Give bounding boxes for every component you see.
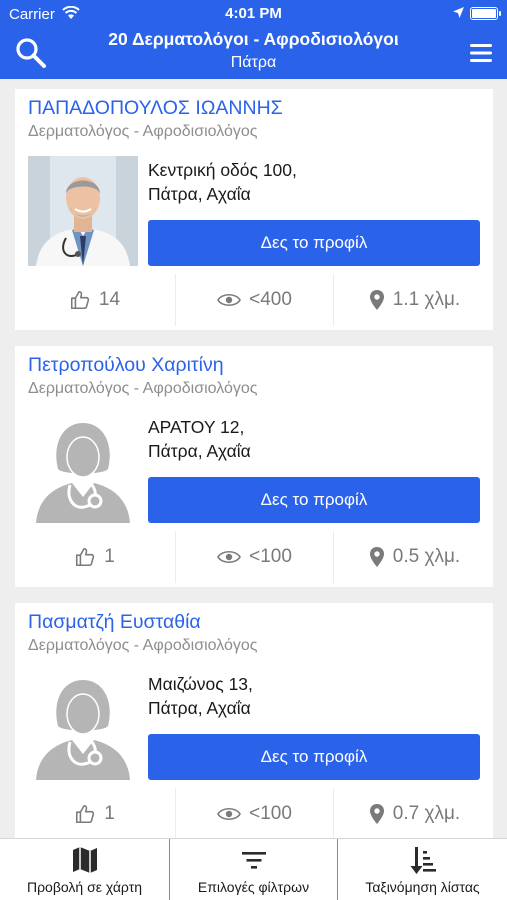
doctor-name[interactable]: Πετροπούλου Χαριτίνη — [28, 354, 224, 377]
view-profile-button[interactable]: Δες το προφίλ — [148, 477, 480, 523]
female-doctor-placeholder-icon — [28, 670, 138, 780]
menu-button[interactable] — [466, 38, 496, 68]
doctor-stats: 14 <400 1.1 χλμ. — [15, 274, 493, 326]
female-doctor-placeholder-icon — [28, 413, 138, 523]
likes-stat[interactable]: 1 — [15, 788, 174, 840]
filter-icon — [241, 852, 266, 869]
likes-count: 1 — [104, 803, 115, 824]
view-profile-button[interactable]: Δες το προφίλ — [148, 734, 480, 780]
app-header: Carrier 4:01 PM 20 Δερματολόγοι - Αφροδι… — [0, 0, 507, 79]
doctor-card[interactable]: Πασματζή Ευσταθία Δερματολόγος - Αφροδισ… — [15, 603, 493, 840]
doctor-photo — [28, 156, 138, 266]
address-line-2: Πάτρα, Αχαΐα — [148, 698, 251, 718]
doctor-card[interactable]: ΠΑΠΑΔΟΠΟΥΛΟΣ ΙΩΑΝΝΗΣ Δερματολόγος - Αφρο… — [15, 89, 493, 330]
views-count: <100 — [249, 803, 292, 824]
clock: 4:01 PM — [225, 5, 282, 22]
likes-count: 14 — [98, 289, 121, 310]
views-count: <100 — [249, 546, 292, 567]
distance-value: 0.5 χλμ. — [392, 546, 461, 567]
status-bar: Carrier 4:01 PM — [0, 0, 507, 28]
doctor-specialty: Δερματολόγος - Αφροδισιολόγος — [28, 380, 258, 397]
eye-icon — [217, 293, 242, 307]
doctor-address: Μαιζώνος 13, Πάτρα, Αχαΐα — [148, 672, 253, 720]
filter-options-button[interactable]: Επιλογές φίλτρων — [169, 839, 338, 900]
doctor-card[interactable]: Πετροπούλου Χαριτίνη Δερματολόγος - Αφρο… — [15, 346, 493, 587]
bottom-toolbar: Προβολή σε χάρτη Επιλογές φίλτρων Ταξινό… — [0, 838, 507, 900]
address-line-1: ΑΡΑΤΟΥ 12, — [148, 417, 245, 437]
doctor-name[interactable]: ΠΑΠΑΔΟΠΟΥΛΟΣ ΙΩΑΝΝΗΣ — [28, 97, 283, 120]
views-stat: <100 — [175, 531, 334, 583]
distance-value: 0.7 χλμ. — [392, 803, 461, 824]
search-button[interactable] — [14, 36, 48, 70]
address-line-1: Μαιζώνος 13, — [148, 674, 253, 694]
doctor-address: ΑΡΑΤΟΥ 12, Πάτρα, Αχαΐα — [148, 415, 251, 463]
map-icon — [72, 847, 97, 873]
likes-count: 1 — [104, 546, 115, 567]
address-line-2: Πάτρα, Αχαΐα — [148, 441, 251, 461]
location-arrow-icon — [452, 6, 465, 23]
eye-icon — [217, 550, 242, 564]
views-stat: <100 — [175, 788, 334, 840]
page-subtitle: Πάτρα — [230, 54, 277, 71]
filter-options-label: Επιλογές φίλτρων — [197, 879, 310, 895]
thumbs-up-icon — [70, 290, 90, 310]
doctor-specialty: Δερματολόγος - Αφροδισιολόγος — [28, 123, 258, 140]
hamburger-menu-icon — [470, 44, 492, 62]
doctor-specialty: Δερματολόγος - Αφροδισιολόγος — [28, 637, 258, 654]
distance-value: 1.1 χλμ. — [392, 289, 461, 310]
map-view-label: Προβολή σε χάρτη — [26, 879, 143, 895]
address-line-2: Πάτρα, Αχαΐα — [148, 184, 251, 204]
doctor-stats: 1 <100 0.7 χλμ. — [15, 788, 493, 840]
distance-stat: 0.5 χλμ. — [335, 531, 494, 583]
eye-icon — [217, 807, 242, 821]
distance-stat: 1.1 χλμ. — [335, 274, 494, 326]
battery-icon — [470, 7, 501, 20]
page-title: 20 Δερματολόγοι - Αφροδισιολόγοι — [108, 29, 399, 49]
map-pin-icon — [369, 547, 384, 567]
search-icon — [16, 38, 46, 68]
views-count: <400 — [249, 289, 292, 310]
likes-stat[interactable]: 1 — [15, 531, 174, 583]
view-profile-button[interactable]: Δες το προφίλ — [148, 220, 480, 266]
sort-list-label: Ταξινόμηση λίστας — [365, 879, 480, 895]
thumbs-up-icon — [76, 804, 95, 824]
map-view-button[interactable]: Προβολή σε χάρτη — [0, 839, 169, 900]
sort-descending-icon — [410, 847, 436, 874]
map-pin-icon — [369, 290, 384, 310]
views-stat: <400 — [175, 274, 334, 326]
map-pin-icon — [369, 804, 384, 824]
distance-stat: 0.7 χλμ. — [335, 788, 494, 840]
doctor-stats: 1 <100 0.5 χλμ. — [15, 531, 493, 583]
thumbs-up-icon — [76, 547, 95, 567]
address-line-1: Κεντρική οδός 100, — [148, 160, 297, 180]
doctor-name[interactable]: Πασματζή Ευσταθία — [28, 611, 201, 634]
doctor-address: Κεντρική οδός 100, Πάτρα, Αχαΐα — [148, 158, 297, 206]
likes-stat[interactable]: 14 — [15, 274, 174, 326]
sort-list-button[interactable]: Ταξινόμηση λίστας — [338, 839, 507, 900]
